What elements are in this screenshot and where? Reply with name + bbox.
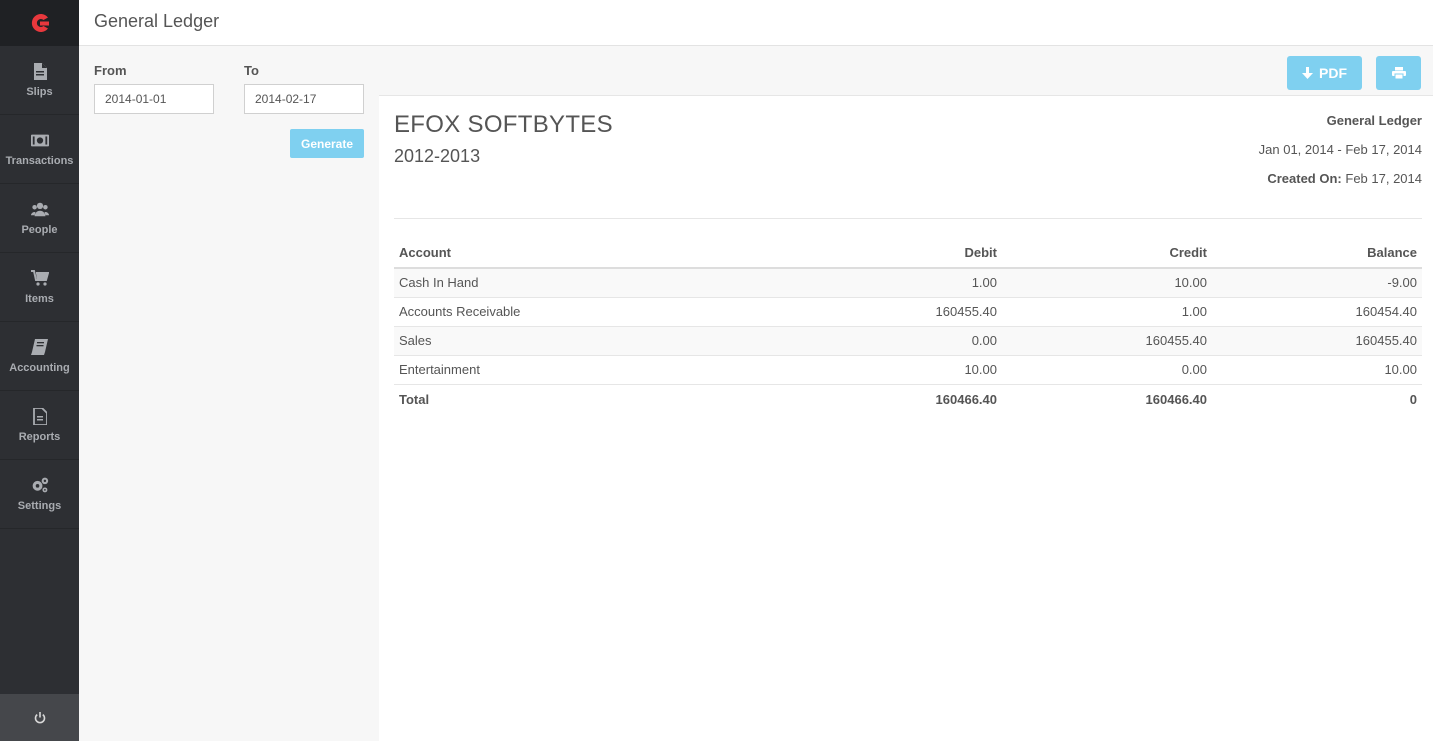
debit-cell: 0.00 — [792, 326, 1002, 356]
column-header-account: Account — [394, 238, 792, 269]
sidebar: Slips Transactions People Items Accounti… — [0, 0, 79, 741]
company-name: EFOX SOFTBYTES — [394, 111, 613, 138]
ledger-table: Account Debit Credit Balance Cash In Han… — [394, 238, 1422, 414]
credit-cell: 160455.40 — [1002, 326, 1212, 356]
created-on-value: Feb 17, 2014 — [1345, 171, 1422, 186]
table-row: Accounts Receivable 160455.40 1.00 16045… — [394, 297, 1422, 327]
balance-cell: 160454.40 — [1212, 297, 1422, 327]
total-row: Total 160466.40 160466.40 0 — [394, 384, 1422, 414]
app-logo[interactable] — [0, 0, 79, 46]
table-row: Entertainment 10.00 0.00 10.00 — [394, 355, 1422, 385]
sidebar-item-label: Reports — [18, 431, 61, 443]
print-icon — [1391, 67, 1406, 79]
table-row: Cash In Hand 1.00 10.00 -9.00 — [394, 268, 1422, 298]
debit-cell: 10.00 — [792, 355, 1002, 385]
fiscal-year: 2012-2013 — [394, 146, 481, 166]
sidebar-item-label: People — [21, 224, 58, 236]
account-cell: Accounts Receivable — [394, 297, 792, 327]
total-debit: 160466.40 — [792, 384, 1002, 414]
filter-panel: From To Generate — [79, 46, 379, 741]
column-header-debit: Debit — [792, 238, 1002, 269]
money-icon — [30, 131, 49, 149]
total-label: Total — [394, 384, 792, 414]
page-title: General Ledger — [94, 11, 220, 31]
created-on-label: Created On: — [1267, 171, 1342, 186]
sidebar-item-transactions[interactable]: Transactions — [0, 115, 79, 184]
account-cell: Sales — [394, 326, 792, 356]
sidebar-item-label: Accounting — [9, 362, 70, 374]
power-icon — [34, 711, 45, 723]
print-button[interactable] — [1376, 56, 1421, 90]
generate-button[interactable]: Generate — [290, 129, 364, 158]
file-icon — [31, 62, 49, 80]
table-row: Sales 0.00 160455.40 160455.40 — [394, 326, 1422, 356]
sidebar-item-items[interactable]: Items — [0, 253, 79, 322]
total-balance: 0 — [1212, 384, 1422, 414]
logo-icon — [31, 13, 49, 32]
page-header: General Ledger — [79, 0, 1433, 46]
to-label: To — [244, 63, 259, 78]
account-cell: Cash In Hand — [394, 268, 792, 298]
sidebar-item-label: Slips — [26, 86, 53, 98]
column-header-credit: Credit — [1002, 238, 1212, 269]
account-cell: Entertainment — [394, 355, 792, 385]
from-label: From — [94, 63, 127, 78]
from-date-input[interactable] — [94, 84, 214, 114]
download-pdf-button[interactable]: PDF — [1287, 56, 1362, 90]
sidebar-item-label: Transactions — [5, 155, 74, 167]
credit-cell: 10.00 — [1002, 268, 1212, 298]
balance-cell: 160455.40 — [1212, 326, 1422, 356]
cart-icon — [30, 269, 49, 287]
divider — [394, 218, 1422, 219]
gears-icon — [31, 476, 49, 494]
arrow-down-icon — [1302, 67, 1313, 79]
report-period: Jan 01, 2014 - Feb 17, 2014 — [1258, 142, 1422, 157]
total-credit: 160466.40 — [1002, 384, 1212, 414]
debit-cell: 160455.40 — [792, 297, 1002, 327]
debit-cell: 1.00 — [792, 268, 1002, 298]
report-icon — [31, 407, 49, 425]
pdf-label: PDF — [1319, 65, 1347, 81]
sidebar-item-accounting[interactable]: Accounting — [0, 322, 79, 391]
sidebar-item-label: Items — [25, 293, 54, 305]
logout-button[interactable] — [0, 694, 79, 741]
sidebar-item-reports[interactable]: Reports — [0, 391, 79, 460]
balance-cell: 10.00 — [1212, 355, 1422, 385]
to-date-input[interactable] — [244, 84, 364, 114]
sidebar-item-slips[interactable]: Slips — [0, 46, 79, 115]
balance-cell: -9.00 — [1212, 268, 1422, 298]
book-icon — [31, 338, 49, 356]
credit-cell: 1.00 — [1002, 297, 1212, 327]
sidebar-item-settings[interactable]: Settings — [0, 460, 79, 529]
people-icon — [30, 200, 49, 218]
created-on: Created On: Feb 17, 2014 — [1267, 171, 1422, 186]
sidebar-item-label: Settings — [17, 500, 62, 512]
column-header-balance: Balance — [1212, 238, 1422, 269]
sidebar-item-people[interactable]: People — [0, 184, 79, 253]
table-header-row: Account Debit Credit Balance — [394, 238, 1422, 269]
report-toolbar: PDF — [379, 46, 1433, 96]
report-title: General Ledger — [1326, 113, 1422, 128]
credit-cell: 0.00 — [1002, 355, 1212, 385]
